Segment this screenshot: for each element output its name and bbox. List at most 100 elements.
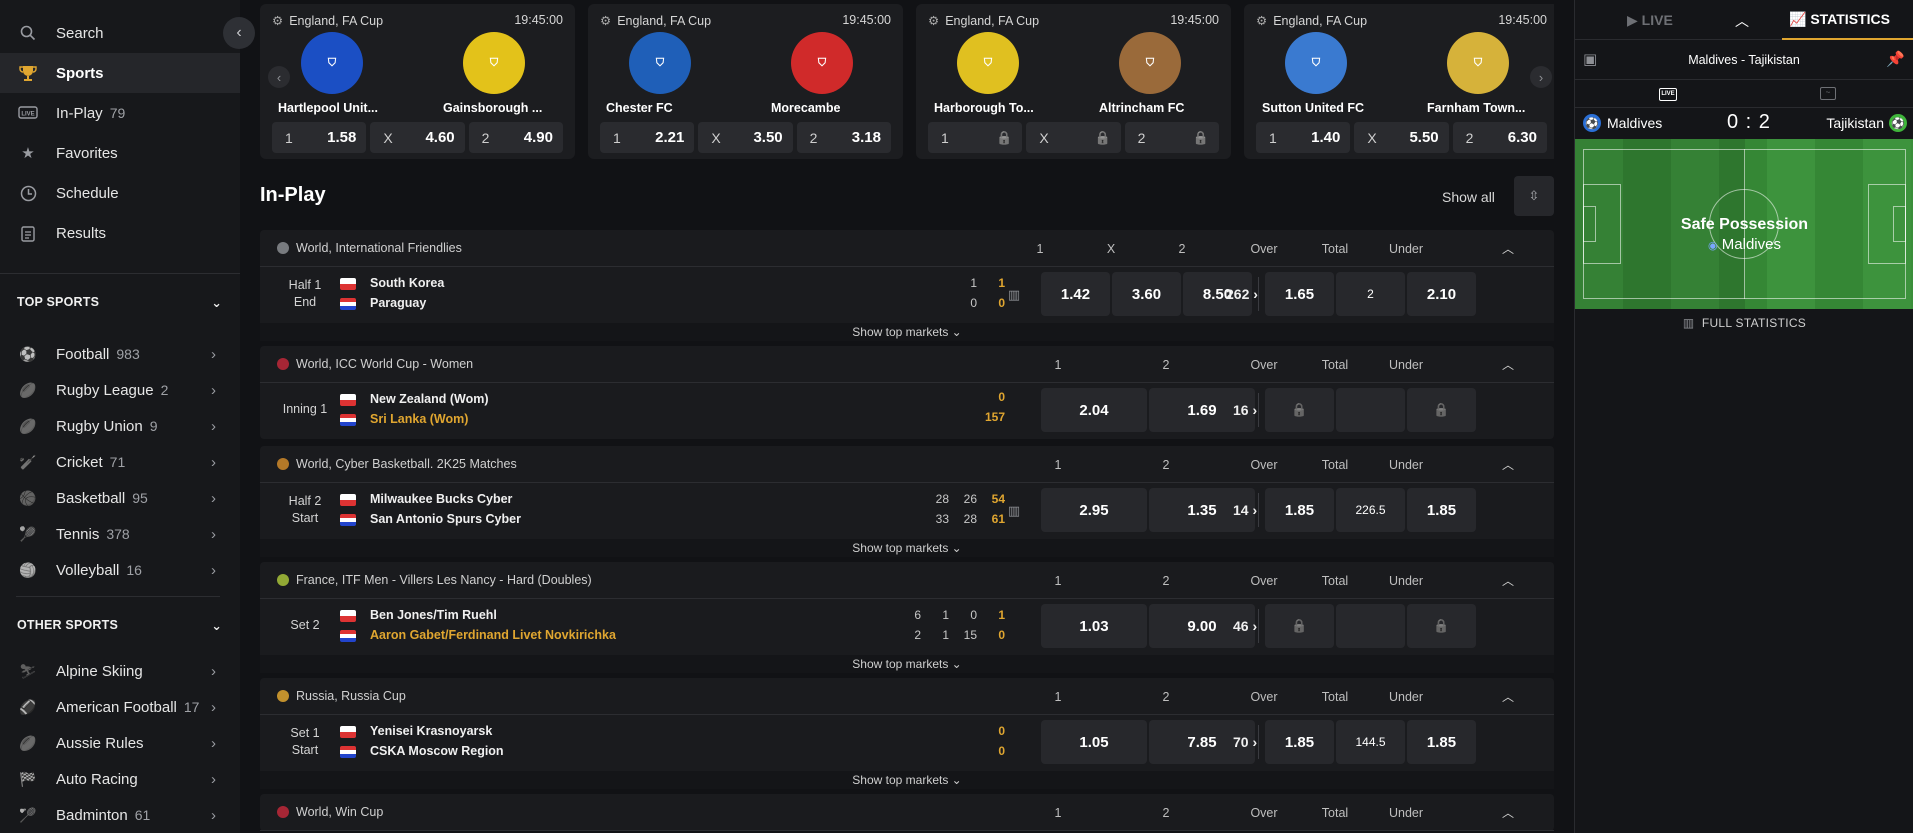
odds-button[interactable]: 3.60 xyxy=(1112,272,1181,316)
sport-count: 61 xyxy=(134,807,151,823)
nav-favorites[interactable]: ★ Favorites xyxy=(0,133,240,173)
nav-results[interactable]: Results xyxy=(0,213,240,253)
odds-button-x[interactable]: X 3.50 xyxy=(698,122,793,153)
league-header[interactable]: World, International Friendlies 1 X 2 Over To… xyxy=(260,230,1554,267)
match-row[interactable]: Half 2 Start Milwaukee Bucks Cyber 28 26 54 Sa… xyxy=(260,483,1554,539)
featured-match-card[interactable]: ⚙ England, FA Cup 19:45:00 ⛉ ⛉ Chester FC More… xyxy=(588,4,903,159)
tab-statistics[interactable]: 📈 STATISTICS xyxy=(1789,11,1890,28)
show-top-markets[interactable]: Show top markets ⌄ xyxy=(260,323,1554,341)
odds-button-1[interactable]: 1 1.40 xyxy=(1256,122,1351,153)
odds-button[interactable]: 1.42 xyxy=(1041,272,1110,316)
more-markets-link[interactable]: 14 › xyxy=(1233,502,1257,518)
chevron-up-icon[interactable]: ︿ xyxy=(1502,356,1514,373)
show-top-markets[interactable]: Show top markets ⌄ xyxy=(260,539,1554,557)
over-button[interactable]: 🔒 xyxy=(1265,604,1334,648)
collapse-sidebar-button[interactable]: ‹ xyxy=(223,17,255,49)
odds-button[interactable]: 1.05 xyxy=(1041,720,1147,764)
full-statistics-button[interactable]: ▥ FULL STATISTICS xyxy=(1575,316,1913,330)
sport-item-cricket[interactable]: 🏏 Cricket 71 › xyxy=(0,444,240,480)
collapse-panel-button[interactable]: ︿ xyxy=(1735,11,1749,31)
odds-button-1[interactable]: 1 1.58 xyxy=(272,122,367,153)
chevron-up-icon[interactable]: ︿ xyxy=(1502,804,1514,821)
sport-item-volleyball[interactable]: 🏐 Volleyball 16 › xyxy=(0,552,240,588)
odds-button-2[interactable]: 2 3.18 xyxy=(796,122,891,153)
sport-item-auto-racing[interactable]: 🏁 Auto Racing › xyxy=(0,761,240,797)
away-team-name: CSKA Moscow Region xyxy=(370,744,504,758)
stats-view-icon[interactable]: ~ xyxy=(1820,87,1836,100)
odds-button-1[interactable]: 1 2.21 xyxy=(600,122,695,153)
chevron-right-icon: › xyxy=(211,698,216,716)
under-button[interactable]: 🔒 xyxy=(1407,388,1476,432)
chevron-up-icon[interactable]: ︿ xyxy=(1502,456,1514,473)
match-row[interactable]: Set 2 Ben Jones/Tim Ruehl 6 1 0 1 Aaron Gabet/… xyxy=(260,599,1554,655)
odds-button-x[interactable]: X 5.50 xyxy=(1354,122,1449,153)
next-arrow-icon[interactable]: › xyxy=(1530,66,1552,88)
other-sports-header[interactable]: OTHER SPORTS ⌄ xyxy=(0,597,240,653)
sport-item-football[interactable]: ⚽ Football 983 › xyxy=(0,336,240,372)
more-markets-link[interactable]: 16 › xyxy=(1233,402,1257,418)
live-view-icon[interactable]: LIVE xyxy=(1659,88,1677,101)
nav-sports[interactable]: Sports xyxy=(0,53,240,93)
sport-item-basketball[interactable]: 🏀 Basketball 95 › xyxy=(0,480,240,516)
league-block: Russia, Russia Cup 1 2 Over Total Under ︿ Set 1… xyxy=(260,678,1554,789)
nav-schedule[interactable]: Schedule xyxy=(0,173,240,213)
sport-item-badminton[interactable]: 🏸 Badminton 61 › xyxy=(0,797,240,833)
show-top-markets[interactable]: Show top markets ⌄ xyxy=(260,771,1554,789)
sport-item-tennis[interactable]: 🎾 Tennis 378 › xyxy=(0,516,240,552)
odds-button-1[interactable]: 1 🔒 xyxy=(928,122,1023,153)
show-top-markets[interactable]: Show top markets ⌄ xyxy=(260,655,1554,673)
odds-button-2[interactable]: 2 4.90 xyxy=(468,122,563,153)
more-markets-link[interactable]: 70 › xyxy=(1233,734,1257,750)
sport-item-rugby-union[interactable]: 🏉 Rugby Union 9 › xyxy=(0,408,240,444)
sport-item-aussie-rules[interactable]: 🏉 Aussie Rules › xyxy=(0,725,240,761)
match-row[interactable]: Half 1 End South Korea 1 1 Paraguay 0 0 ▥ 1.42 3.6… xyxy=(260,267,1554,323)
featured-match-card[interactable]: ⚙ England, FA Cup 19:45:00 ⛉ ⛉ Sutton United … xyxy=(1244,4,1554,159)
odds-button-2[interactable]: 2 6.30 xyxy=(1452,122,1547,153)
show-all-link[interactable]: Show all xyxy=(1442,189,1495,205)
chevron-up-icon[interactable]: ︿ xyxy=(1502,240,1514,257)
pin-icon[interactable]: 📌 xyxy=(1886,50,1905,68)
video-icon[interactable]: ▣ xyxy=(1583,50,1597,68)
more-markets-link[interactable]: 46 › xyxy=(1233,618,1257,634)
under-button[interactable]: 2.10 xyxy=(1407,272,1476,316)
match-row[interactable]: Inning 1 New Zealand (Wom) 0 Sri Lanka (Wom… xyxy=(260,383,1554,439)
over-button[interactable]: 🔒 xyxy=(1265,388,1334,432)
under-button[interactable]: 1.85 xyxy=(1407,720,1476,764)
league-header[interactable]: World, Cyber Basketball. 2K25 Matches 1 2 O… xyxy=(260,446,1554,483)
league-header[interactable]: World, ICC World Cup - Women 1 2 Over Total U… xyxy=(260,346,1554,383)
sport-item-rugby-league[interactable]: 🏉 Rugby League 2 › xyxy=(0,372,240,408)
collapse-all-button[interactable]: ⇳ xyxy=(1514,176,1554,216)
league-header[interactable]: World, Win Cup 1 2 Over Total Under ︿ xyxy=(260,794,1554,831)
sport-item-american-football[interactable]: 🏈 American Football 17 › xyxy=(0,689,240,725)
under-button[interactable]: 🔒 xyxy=(1407,604,1476,648)
odds-button-x[interactable]: X 4.60 xyxy=(370,122,465,153)
odds-button[interactable]: 2.04 xyxy=(1041,388,1147,432)
league-header[interactable]: France, ITF Men - Villers Les Nancy - Ha… xyxy=(260,562,1554,599)
chevron-up-icon[interactable]: ︿ xyxy=(1502,572,1514,589)
stats-icon[interactable]: ▥ xyxy=(1005,501,1023,519)
over-button[interactable]: 1.85 xyxy=(1265,488,1334,532)
sport-item-alpine-skiing[interactable]: ⛷ Alpine Skiing › xyxy=(0,653,240,689)
under-button[interactable]: 1.85 xyxy=(1407,488,1476,532)
odds-button-2[interactable]: 2 🔒 xyxy=(1124,122,1219,153)
nav-inplay[interactable]: LIVE In-Play 79 xyxy=(0,93,240,133)
chevron-up-icon[interactable]: ︿ xyxy=(1502,688,1514,705)
stats-icon[interactable]: ▥ xyxy=(1005,285,1023,303)
featured-match-card[interactable]: ⚙ England, FA Cup 19:45:00 ⛉ ⛉ Harborough To.… xyxy=(916,4,1231,159)
odds-button[interactable]: 1.03 xyxy=(1041,604,1147,648)
league-header[interactable]: Russia, Russia Cup 1 2 Over Total Under ︿ xyxy=(260,678,1554,715)
over-button[interactable]: 1.65 xyxy=(1265,272,1334,316)
over-button[interactable]: 1.85 xyxy=(1265,720,1334,764)
nav-search[interactable]: Search xyxy=(0,13,240,53)
more-markets-link[interactable]: 262 › xyxy=(1226,286,1258,302)
featured-match-card[interactable]: ⚙ England, FA Cup 19:45:00 ⛉ ⛉ Hartlepool Uni… xyxy=(260,4,575,159)
home-badge-icon: ⚽ xyxy=(1583,114,1601,132)
odds-button[interactable]: 2.95 xyxy=(1041,488,1147,532)
home-flag-icon xyxy=(340,494,356,506)
prev-arrow-icon[interactable]: ‹ xyxy=(268,66,290,88)
odds-button-x[interactable]: X 🔒 xyxy=(1026,122,1121,153)
match-row[interactable]: Set 1 Start Yenisei Krasnoyarsk 0 CSKA Mosco… xyxy=(260,715,1554,771)
match-selector[interactable]: ▣ Maldives - Tajikistan 📌 xyxy=(1575,40,1913,80)
top-sports-header[interactable]: TOP SPORTS ⌄ xyxy=(0,274,240,330)
tab-live[interactable]: ▶ LIVE xyxy=(1627,12,1673,29)
